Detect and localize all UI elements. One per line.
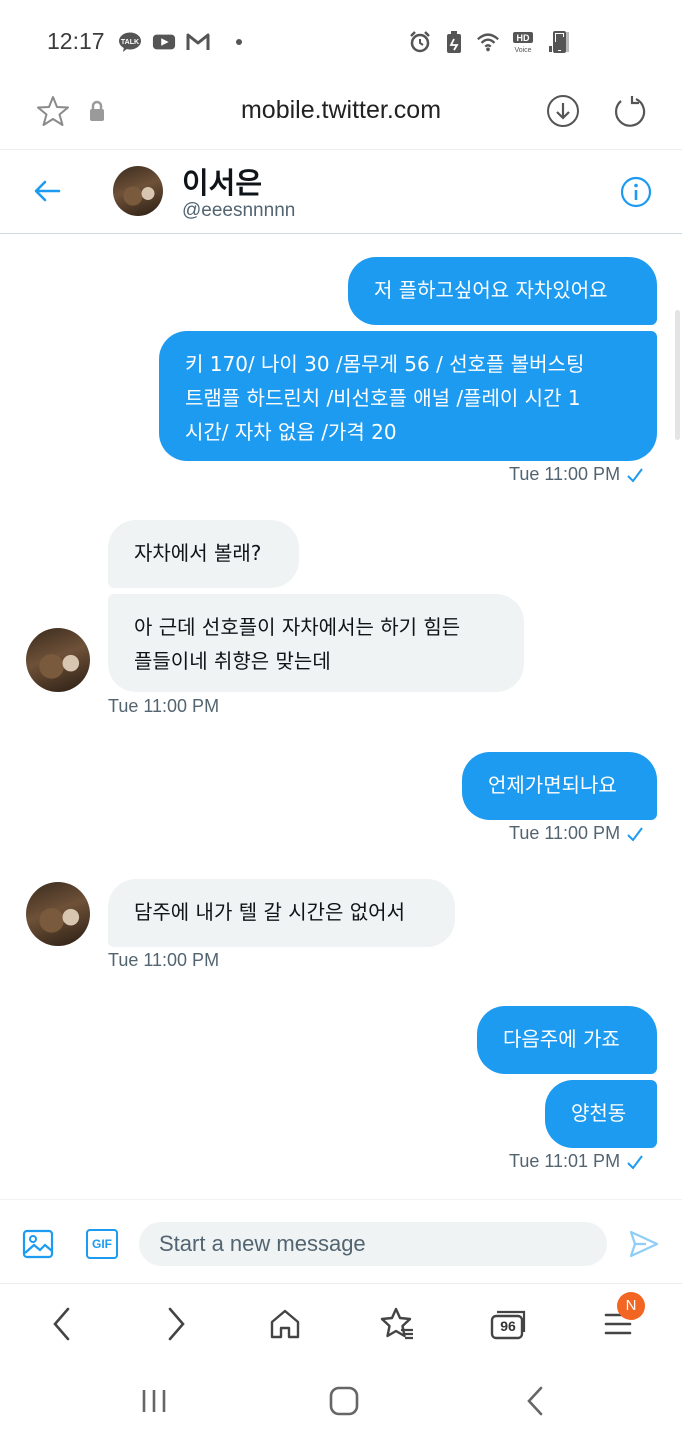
image-icon[interactable]	[22, 1228, 54, 1260]
message-text: 자차에서 볼래?	[134, 541, 262, 565]
message-bubble-sent[interactable]: 저 플하고싶어요 자차있어요	[348, 257, 657, 325]
hd-voice-icon: HD Voice	[510, 30, 536, 54]
message-bubble-received[interactable]: 자차에서 볼래?	[108, 520, 299, 588]
conversation-header: 이서은 @eeesnnnnn	[0, 150, 682, 234]
gif-button[interactable]: GIF	[86, 1229, 118, 1259]
notification-dot	[236, 39, 242, 45]
browser-back-icon[interactable]	[42, 1304, 82, 1344]
message-text: 양천동	[571, 1101, 627, 1125]
gmail-icon	[186, 30, 210, 54]
info-icon[interactable]	[620, 176, 652, 208]
read-check-icon	[626, 1154, 644, 1175]
message-timestamp: Tue 11:00 PM	[509, 464, 644, 488]
notification-icons: TALK	[118, 30, 242, 54]
kakaotalk-icon: TALK	[118, 30, 142, 54]
status-time: 12:17	[47, 28, 105, 54]
message-timestamp: Tue 11:01 PM	[509, 1151, 644, 1175]
timestamp-text: Tue 11:00 PM	[509, 823, 621, 843]
wifi-icon	[476, 30, 500, 54]
status-bar: 12:17 TALK HD Voice	[0, 0, 682, 84]
message-bubble-sent[interactable]: 다음주에 가죠	[477, 1006, 657, 1074]
home-icon[interactable]	[265, 1304, 305, 1344]
avatar[interactable]	[26, 882, 90, 946]
contact-name[interactable]: 이서은	[182, 160, 262, 202]
alarm-icon	[408, 30, 432, 54]
tabs-icon[interactable]: 96	[488, 1304, 528, 1344]
message-bubble-sent[interactable]: 언제가면되나요	[462, 752, 657, 820]
message-timestamp: Tue 11:00 PM	[509, 823, 644, 847]
browser-url-bar: mobile.twitter.com	[0, 84, 682, 150]
hd-label: HD	[517, 33, 530, 43]
tabs-count: 96	[500, 1318, 516, 1334]
message-text: 저 플하고싶어요 자차있어요	[374, 278, 608, 302]
download-icon[interactable]	[546, 94, 580, 128]
browser-toolbar: 96	[0, 1283, 682, 1363]
message-composer: GIF	[0, 1199, 682, 1283]
message-line: 아 근데 선호플이 자차에서는 하기 힘든	[134, 615, 461, 639]
message-line: 트램플 하드린치 /비선호플 애널 /플레이 시간 1	[185, 386, 581, 410]
message-bubble-received[interactable]: 아 근데 선호플이 자차에서는 하기 힘든 플들이네 취향은 맞는데	[108, 594, 524, 692]
home-button-icon[interactable]	[326, 1383, 362, 1419]
message-input[interactable]	[139, 1222, 607, 1266]
avatar[interactable]	[26, 628, 90, 692]
kakaotalk-label: TALK	[121, 39, 139, 46]
message-text: 담주에 내가 텔 갈 시간은 없어서	[134, 900, 405, 924]
browser-forward-icon[interactable]	[156, 1304, 196, 1344]
reload-icon[interactable]	[612, 94, 646, 128]
read-check-icon	[626, 826, 644, 847]
message-line: 플들이네 취향은 맞는데	[134, 649, 331, 673]
back-arrow-icon[interactable]	[32, 176, 62, 206]
recent-apps-icon[interactable]	[136, 1383, 172, 1419]
menu-notification-badge: N	[617, 1292, 645, 1320]
message-bubble-sent[interactable]: 키 170/ 나이 30 /몸무게 56 / 선호플 볼버스팅 트램플 하드린치…	[159, 331, 657, 461]
message-text: 언제가면되나요	[488, 773, 617, 797]
battery-icon	[553, 31, 566, 53]
timestamp-text: Tue 11:01 PM	[509, 1151, 621, 1171]
message-line: 키 170/ 나이 30 /몸무게 56 / 선호플 볼버스팅	[185, 352, 585, 376]
send-icon[interactable]	[628, 1228, 660, 1260]
timestamp-text: Tue 11:00 PM	[509, 464, 621, 484]
message-timestamp: Tue 11:00 PM	[108, 950, 220, 970]
battery-saver-icon	[442, 30, 466, 54]
message-bubble-received[interactable]: 담주에 내가 텔 갈 시간은 없어서	[108, 879, 455, 947]
youtube-icon	[152, 30, 176, 54]
message-timestamp: Tue 11:00 PM	[108, 696, 220, 716]
system-icons: HD Voice	[408, 30, 570, 54]
scrollbar[interactable]	[675, 310, 680, 440]
message-text: 다음주에 가죠	[503, 1027, 620, 1051]
message-bubble-sent[interactable]: 양천동	[545, 1080, 657, 1148]
bookmarks-icon[interactable]	[377, 1304, 417, 1344]
voice-label: Voice	[514, 47, 531, 54]
message-line: 시간/ 자차 없음 /가격 20	[185, 420, 397, 444]
contact-handle: @eeesnnnnn	[182, 200, 296, 221]
read-check-icon	[626, 467, 644, 488]
avatar[interactable]	[113, 166, 163, 216]
system-navigation-bar	[0, 1363, 682, 1440]
system-back-icon[interactable]	[518, 1383, 554, 1419]
